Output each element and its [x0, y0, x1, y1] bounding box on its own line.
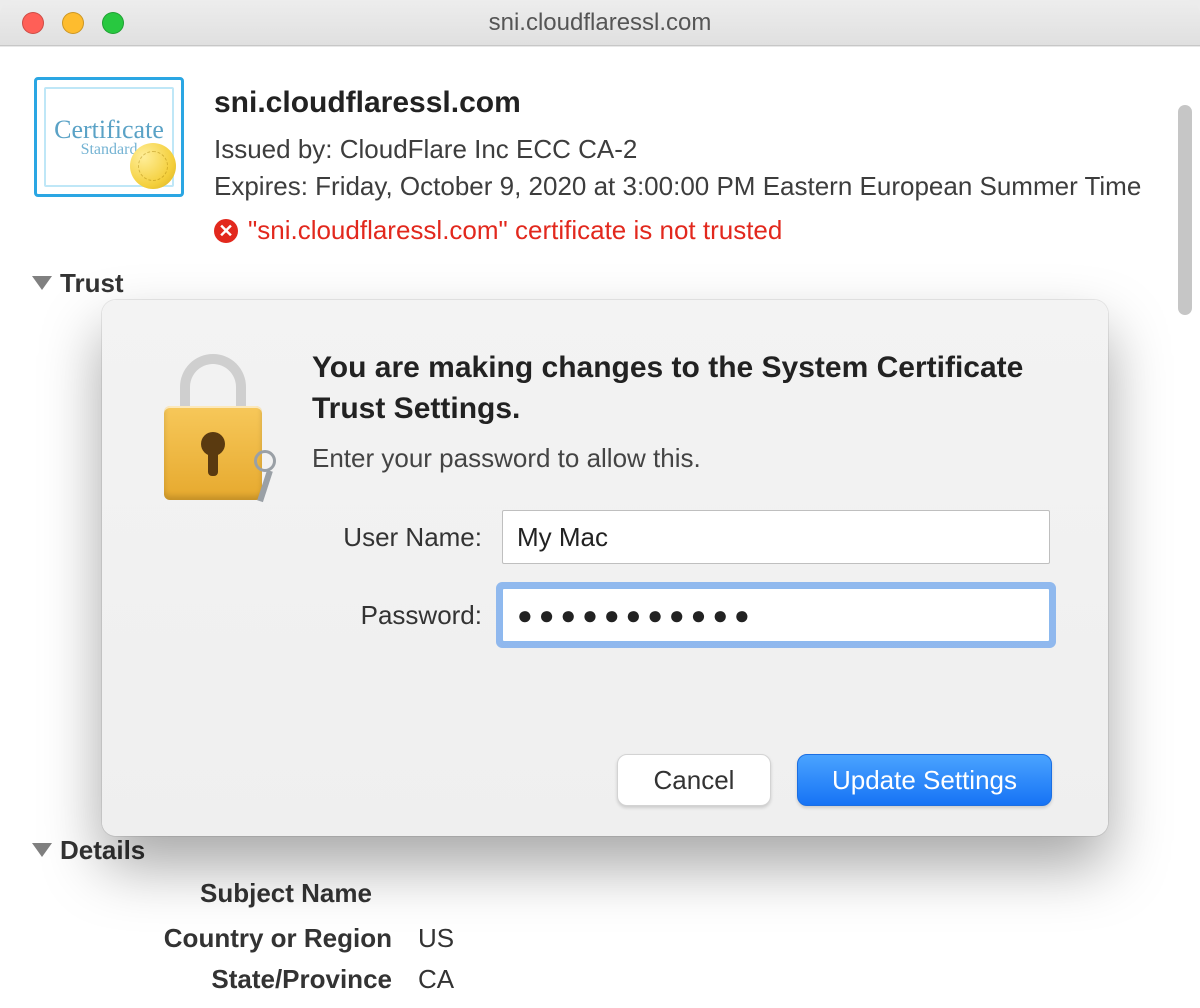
certificate-icon: Certificate Standard	[34, 77, 184, 197]
username-input[interactable]	[502, 510, 1050, 564]
details-row: Country or Region US	[102, 923, 1156, 954]
window-title: sni.cloudflaressl.com	[0, 9, 1200, 37]
trust-section-label: Trust	[60, 268, 124, 299]
details-section-label: Details	[60, 835, 145, 866]
disclosure-triangle-icon	[32, 843, 52, 857]
cert-expires: Expires: Friday, October 9, 2020 at 3:00…	[214, 168, 1156, 206]
error-icon: ✕	[214, 219, 238, 243]
titlebar: sni.cloudflaressl.com	[0, 0, 1200, 46]
dialog-heading: You are making changes to the System Cer…	[312, 348, 1050, 429]
details-val: San Francisco	[418, 1005, 584, 1008]
lock-icon	[158, 354, 268, 504]
details-val: CA	[418, 964, 454, 995]
scrollbar-thumb[interactable]	[1178, 105, 1192, 315]
disclosure-triangle-icon	[32, 276, 52, 290]
trust-section-toggle[interactable]: Trust	[32, 268, 1156, 299]
subject-name-block: Subject Name Country or Region US State/…	[102, 878, 1156, 1008]
cert-icon-line2: Standard	[81, 141, 138, 159]
cert-trust-warning: ✕ "sni.cloudflaressl.com" certificate is…	[214, 212, 1156, 250]
cancel-button[interactable]: Cancel	[617, 754, 771, 806]
details-section-toggle[interactable]: Details	[32, 835, 1156, 866]
close-window-button[interactable]	[22, 12, 44, 34]
details-key: Locality	[102, 1005, 392, 1008]
details-row: State/Province CA	[102, 964, 1156, 995]
details-key: Country or Region	[102, 923, 392, 954]
password-label: Password:	[312, 600, 482, 631]
subject-name-heading: Subject Name	[200, 878, 1156, 909]
password-input[interactable]	[502, 588, 1050, 642]
details-row: Locality San Francisco	[102, 1005, 1156, 1008]
details-key: State/Province	[102, 964, 392, 995]
cert-header: Certificate Standard sni.cloudflaressl.c…	[28, 77, 1156, 250]
traffic-lights	[0, 12, 124, 34]
auth-dialog: You are making changes to the System Cer…	[102, 300, 1108, 836]
zoom-window-button[interactable]	[102, 12, 124, 34]
certificate-seal-icon	[130, 143, 176, 189]
details-val: US	[418, 923, 454, 954]
update-settings-button[interactable]: Update Settings	[797, 754, 1052, 806]
username-label: User Name:	[312, 522, 482, 553]
cert-name: sni.cloudflaressl.com	[214, 81, 1156, 125]
minimize-window-button[interactable]	[62, 12, 84, 34]
keys-icon	[240, 450, 288, 510]
dialog-subtext: Enter your password to allow this.	[312, 443, 1050, 474]
cert-text-block: sni.cloudflaressl.com Issued by: CloudFl…	[214, 77, 1156, 250]
cert-issued-by: Issued by: CloudFlare Inc ECC CA-2	[214, 131, 1156, 169]
